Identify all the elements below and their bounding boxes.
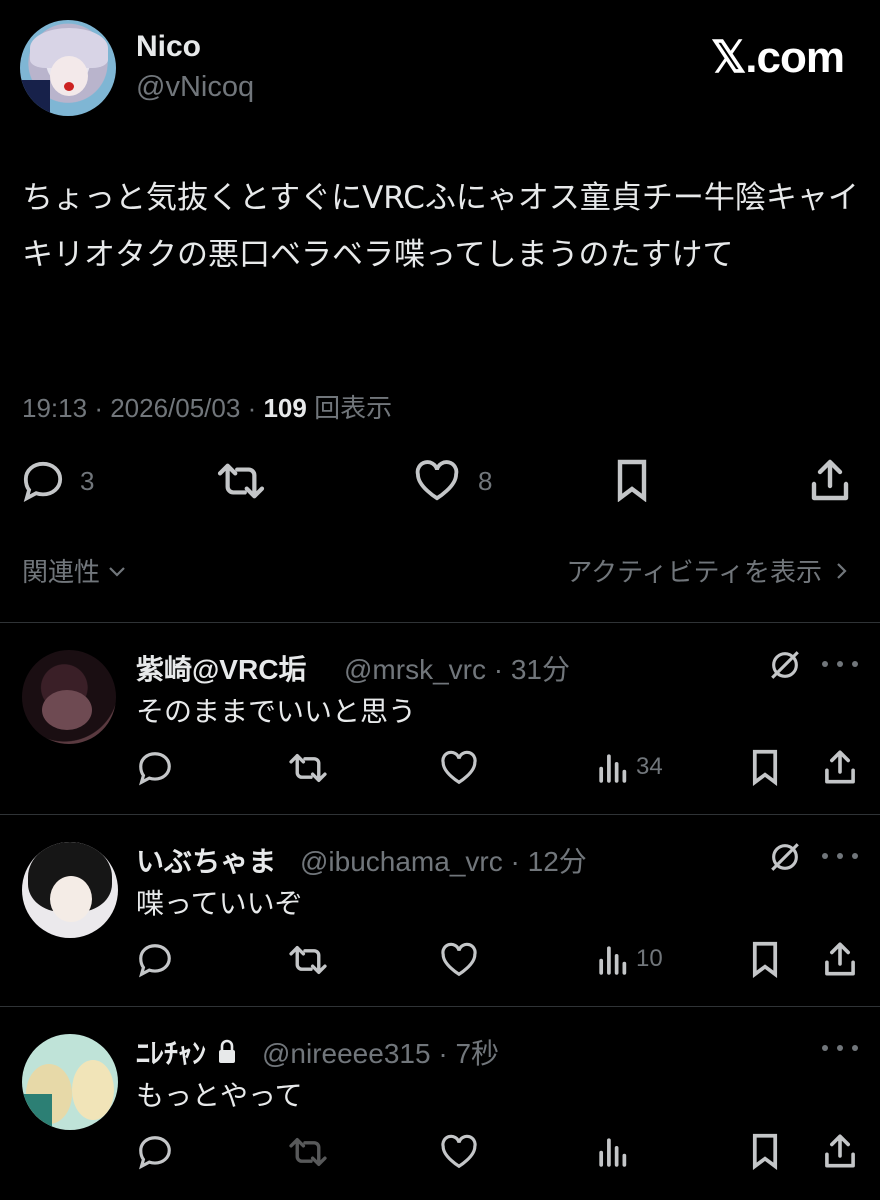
reply-icon [139,1136,171,1170]
reply-author-name[interactable]: ﾆﾚﾁｬﾝ [136,1032,238,1072]
reply-text: そのままでいいと思う [136,695,417,728]
views-bar-icon [599,1138,627,1167]
tweet-time: 19:13 [22,393,88,423]
reply-author-name[interactable]: いぶちゃま [136,840,276,880]
views-bar-icon [599,946,627,975]
like-button[interactable] [440,750,478,786]
reply-author-handle[interactable]: @mrsk_vrc · 31分 [344,648,570,688]
reply-time: 7秒 [455,1038,500,1069]
author-avatar[interactable] [20,20,116,116]
retweet-icon [289,946,327,975]
reply-text: 喋っていいぞ [136,887,303,920]
share-icon [825,942,855,976]
reply-icon [139,752,171,786]
reply-avatar[interactable] [22,842,118,938]
view-count-label: 回表示 [314,393,393,423]
view-activity-link[interactable]: アクティビティを表示 [566,552,850,589]
share-button[interactable] [822,748,858,786]
chevron-right-icon [837,562,847,579]
share-button[interactable] [822,940,858,978]
bookmark-icon [617,459,647,502]
views-bar-icon [599,754,627,783]
reply-handle-text: @nireeee315 [262,1038,431,1069]
reply-handle-text: @ibuchama_vrc [300,846,503,877]
tweet-text: ちょっと気抜くとすぐにVRCふにゃオス童貞チー牛陰キャイキリオタクの悪口ベラベラ… [22,180,859,273]
grok-icon[interactable] [768,647,802,687]
retweet-button [288,1134,328,1170]
reply-time: 31分 [510,654,571,685]
more-icon[interactable] [822,1045,858,1053]
reply-author-name[interactable]: 紫崎@VRC垢 [136,648,306,688]
bookmark-button[interactable] [748,748,782,786]
retweet-button[interactable] [288,750,328,786]
reply-author-name-text: ﾆﾚﾁｬﾝ [136,1038,207,1069]
view-count: 109 [263,393,307,423]
author-handle[interactable]: @vNicoq [136,71,254,104]
reply-icon [139,944,171,978]
divider [0,622,880,623]
share-icon [825,750,855,784]
divider [0,1006,880,1007]
sort-dropdown[interactable]: 関連性 [22,552,128,589]
tweet-date: 2026/05/03 [110,393,241,423]
retweet-button[interactable] [216,460,266,502]
views-button[interactable]: 10 [596,942,663,976]
reply-text: もっとやって [136,1079,303,1112]
reply-time: 12分 [527,846,587,877]
lock-icon [219,1039,236,1063]
bookmark-button[interactable] [612,458,652,502]
bookmark-icon [752,941,778,978]
reply-author-handle[interactable]: @nireeee315 · 7秒 [262,1032,499,1072]
views-button[interactable] [596,1134,636,1168]
share-icon [825,1134,855,1168]
reply-handle-text: @mrsk_vrc [344,654,486,685]
more-icon[interactable] [822,661,858,669]
divider [0,814,880,815]
site-logo: 𝕏.com [710,33,845,82]
views-button[interactable]: 34 [596,750,663,784]
reply-author-handle[interactable]: @ibuchama_vrc · 12分 [300,840,587,880]
bookmark-button[interactable] [748,1132,782,1170]
reply-avatar[interactable] [22,650,116,744]
reply-icon [23,461,63,502]
reply-button[interactable]: 3 [20,460,94,502]
share-button[interactable] [822,1132,858,1170]
share-button[interactable] [808,458,852,502]
activity-label: アクティビティを表示 [566,558,822,588]
sort-label: 関連性 [22,558,101,588]
reply-avatar[interactable] [22,1034,118,1130]
more-icon[interactable] [822,853,858,861]
reply-count: 3 [80,465,95,496]
views-count: 34 [636,753,663,780]
reply-button[interactable] [136,1134,174,1170]
heart-icon [441,942,477,977]
retweet-icon [217,463,265,499]
bookmark-icon [752,1133,778,1170]
like-count: 8 [478,465,493,496]
author-name[interactable]: Nico [136,30,201,64]
bookmark-icon [752,749,778,786]
like-button[interactable] [440,1134,478,1170]
bookmark-button[interactable] [748,940,782,978]
retweet-icon [289,1138,327,1166]
chevron-down-icon [109,566,125,577]
reply-button[interactable] [136,750,174,786]
retweet-icon [289,754,327,783]
heart-icon [441,750,477,785]
share-icon [811,459,849,501]
views-count: 10 [636,945,663,972]
heart-icon [441,1134,477,1169]
like-button[interactable] [440,942,478,978]
grok-icon[interactable] [768,839,802,879]
like-button[interactable]: 8 [414,460,492,502]
retweet-button[interactable] [288,942,328,978]
heart-icon [415,460,459,501]
tweet-meta: 19:13 · 2026/05/03 · 109 回表示 [22,393,393,423]
reply-button[interactable] [136,942,174,978]
